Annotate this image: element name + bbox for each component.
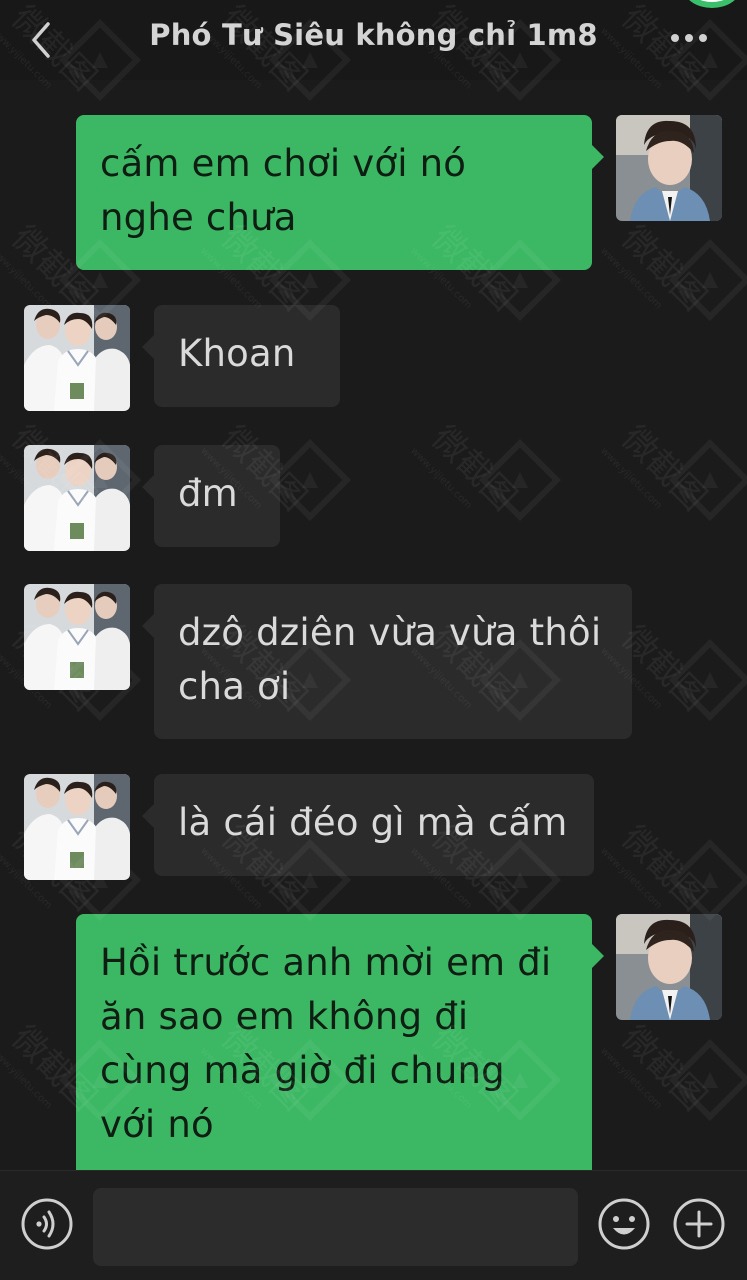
- contact-avatar[interactable]: [24, 305, 130, 411]
- bubble-tail: [592, 145, 604, 169]
- message-bubble-incoming[interactable]: đm: [154, 445, 280, 547]
- chevron-left-icon: [32, 22, 50, 58]
- contact-avatar[interactable]: [24, 445, 130, 551]
- voice-icon: [21, 1198, 73, 1250]
- status-badge: [683, 0, 741, 8]
- chat-title: Phó Tư Siêu không chỉ 1m8: [149, 18, 598, 52]
- message-bubble-incoming[interactable]: dzô dziên vừa vừa thôi cha ơi: [154, 584, 632, 739]
- input-bar: [0, 1170, 747, 1280]
- message-bubble-incoming[interactable]: Khoan: [154, 305, 340, 407]
- bubble-tail: [592, 944, 604, 968]
- contact-avatar[interactable]: [24, 584, 130, 690]
- more-dots-icon: [671, 34, 707, 42]
- voice-button[interactable]: [20, 1197, 74, 1251]
- bubble-tail: [142, 335, 154, 359]
- plus-icon: [673, 1198, 725, 1250]
- more-actions-button[interactable]: [672, 1197, 726, 1251]
- emoji-button[interactable]: [597, 1197, 651, 1251]
- more-button[interactable]: [667, 26, 711, 50]
- my-avatar[interactable]: [616, 914, 722, 1020]
- back-button[interactable]: [22, 18, 62, 62]
- message-bubble-incoming[interactable]: là cái đéo gì mà cấm: [154, 774, 594, 876]
- bubble-tail: [142, 804, 154, 828]
- contact-avatar[interactable]: [24, 774, 130, 880]
- message-bubble-outgoing[interactable]: cấm em chơi với nó nghe chưa: [76, 115, 592, 270]
- emoji-icon: [598, 1198, 650, 1250]
- bubble-tail: [142, 475, 154, 499]
- chat-header: Phó Tư Siêu không chỉ 1m8: [0, 0, 747, 80]
- bubble-tail: [142, 614, 154, 638]
- my-avatar[interactable]: [616, 115, 722, 221]
- chat-screen: Phó Tư Siêu không chỉ 1m8 cấm em chơi vớ…: [0, 0, 747, 1280]
- message-input[interactable]: [93, 1188, 578, 1266]
- message-bubble-outgoing[interactable]: Hồi trước anh mời em đi ăn sao em không …: [76, 914, 592, 1184]
